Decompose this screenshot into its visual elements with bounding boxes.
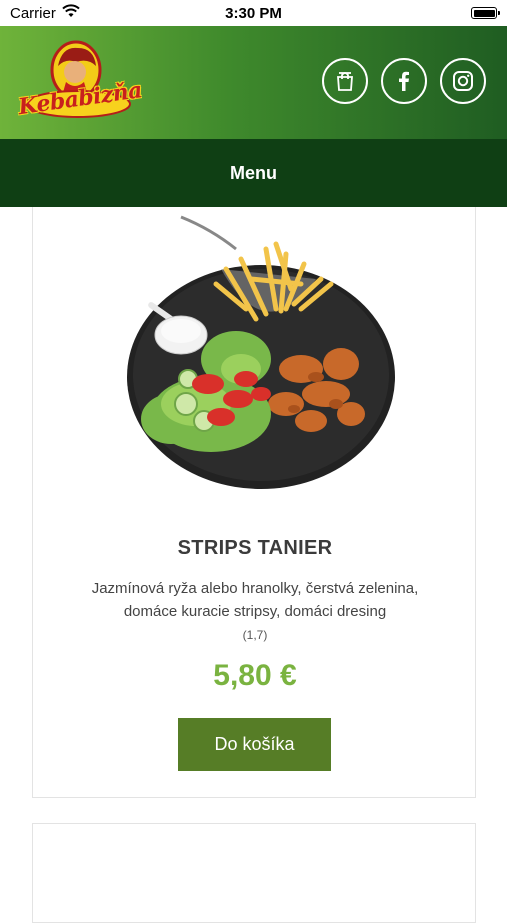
instagram-button[interactable] <box>440 58 486 104</box>
product-allergens: (1,7) <box>242 628 268 642</box>
next-product-card <box>32 823 476 923</box>
facebook-button[interactable] <box>381 58 427 104</box>
app-header: Kebabizňa <box>0 26 507 139</box>
product-name: STRIPS TANIER <box>177 537 333 559</box>
status-bar: Carrier 3:30 PM <box>0 0 507 26</box>
product-description: Jazmínová ryža alebo hranolky, čerstvá z… <box>91 580 419 620</box>
product-card: STRIPS TANIER Jazmínová ryža alebo hrano… <box>32 207 476 798</box>
instagram-icon <box>453 71 473 91</box>
shop-icon <box>337 72 353 91</box>
product-image <box>127 215 395 489</box>
product-price: 5,80 € <box>213 659 297 692</box>
menu-nav-bar[interactable]: Menu <box>0 139 507 207</box>
kebabizna-logo[interactable]: Kebabizňa <box>17 36 143 128</box>
add-to-cart-button[interactable]: Do košíka <box>178 718 331 771</box>
facebook-icon <box>399 71 409 91</box>
menu-title[interactable]: Menu <box>230 163 277 184</box>
battery-icon <box>471 7 500 19</box>
clock: 3:30 PM <box>225 5 282 22</box>
shop-button[interactable] <box>322 58 368 104</box>
